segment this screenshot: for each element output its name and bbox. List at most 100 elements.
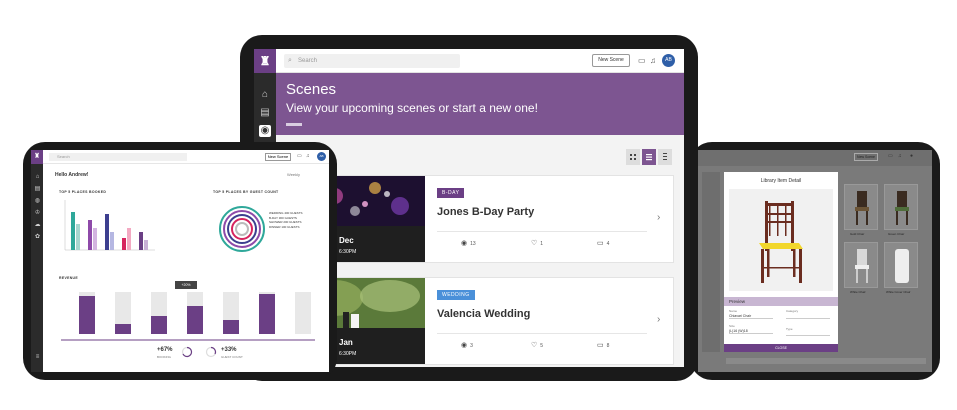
period-select[interactable]: Weekly bbox=[287, 172, 300, 177]
avatar[interactable]: ● bbox=[910, 153, 913, 159]
guest-rings-chart bbox=[219, 206, 265, 252]
heart-icon: ♡ bbox=[531, 240, 538, 247]
type-label: Type bbox=[786, 327, 793, 331]
heart-icon: ♡ bbox=[531, 342, 538, 349]
page-subtitle: View your upcoming scenes or start a new… bbox=[286, 101, 538, 115]
divider bbox=[437, 231, 647, 232]
event-card[interactable]: 4 Dec 6:30PM B-DAY Jones B-Day Party ◉13… bbox=[304, 175, 674, 263]
event-title[interactable]: Jones B-Day Party bbox=[437, 206, 534, 218]
top-bar: New Scene ▭ ♫ ● bbox=[698, 150, 932, 166]
comments-count[interactable]: ▭ 4 bbox=[597, 239, 609, 247]
gear-icon[interactable]: ✿ bbox=[34, 234, 41, 241]
preview-bar[interactable]: Preview bbox=[724, 297, 838, 306]
bottom-row bbox=[726, 358, 926, 364]
product-mockup: ♜ ⌂ ▤ ◉ ◍ ⌕ Search New Scene ▭ ♫ AB Scen… bbox=[0, 0, 957, 410]
bell-icon[interactable]: ♫ bbox=[898, 153, 902, 159]
views-count: ◉ 13 bbox=[461, 240, 476, 247]
category-field[interactable] bbox=[786, 314, 830, 319]
chat-icon[interactable]: ▭ bbox=[297, 153, 302, 159]
top-guest-title: TOP 5 PLACES BY GUEST COUNT bbox=[213, 190, 279, 194]
chair-image bbox=[729, 189, 833, 291]
chevron-right-icon[interactable]: › bbox=[657, 314, 660, 325]
modal-title: Library Item Detail bbox=[760, 178, 802, 184]
search-input[interactable]: Search bbox=[49, 153, 187, 161]
library-thumb[interactable] bbox=[844, 242, 878, 288]
scenes-banner: Scenes View your upcoming scenes or star… bbox=[276, 73, 684, 135]
thumb-label: White Chair bbox=[850, 290, 866, 294]
left-panel bbox=[702, 172, 720, 352]
chat-icon[interactable]: ▭ bbox=[638, 56, 646, 66]
list-view-button[interactable] bbox=[642, 149, 656, 165]
size-label: Size bbox=[729, 324, 735, 328]
type-field[interactable] bbox=[786, 332, 830, 336]
booking-ring-icon bbox=[181, 346, 193, 358]
search-input[interactable]: ⌕ Search bbox=[284, 54, 460, 68]
guest-legend: WEDDING 400 GUESTS B-DAY 300 GUESTS SHOW… bbox=[269, 211, 303, 229]
event-tag: WEDDING bbox=[437, 290, 475, 300]
eye-icon: ◉ bbox=[461, 342, 468, 349]
category-label: Category bbox=[786, 309, 799, 313]
menu-icon[interactable]: ≡ bbox=[34, 354, 41, 361]
library-item-modal: Library Item Detail Preview Name Chiavar… bbox=[724, 172, 838, 352]
new-scene-button[interactable]: New Scene bbox=[265, 153, 291, 161]
guest-kpi: +33% bbox=[221, 347, 237, 353]
comments-count[interactable]: ▭ 8 bbox=[597, 341, 609, 349]
guest-ring-icon bbox=[205, 346, 217, 358]
chevron-right-icon[interactable]: › bbox=[657, 212, 660, 223]
size-field[interactable]: (L)16 (W)18 bbox=[729, 329, 773, 334]
grid-view-button[interactable] bbox=[626, 149, 640, 165]
banner-underline bbox=[286, 123, 302, 126]
eye-icon: ◉ bbox=[461, 240, 468, 247]
top-booked-title: TOP 5 PLACES BOOKED bbox=[59, 190, 107, 194]
event-card[interactable]: 1 Jan 6:30PM WEDDING Valencia Wedding ◉3… bbox=[304, 277, 674, 365]
likes-count[interactable]: ♡ 5 bbox=[531, 341, 543, 349]
revenue-title: REVENUE bbox=[59, 276, 79, 280]
event-tag: B-DAY bbox=[437, 188, 465, 198]
cloud-icon[interactable]: ☁ bbox=[34, 222, 41, 229]
top-booked-chart bbox=[64, 200, 155, 251]
booking-kpi: +67% bbox=[157, 347, 173, 353]
bell-icon[interactable]: ♫ bbox=[306, 153, 310, 159]
thumb-label: Gold Chair bbox=[850, 232, 865, 236]
library-thumb[interactable] bbox=[884, 242, 918, 288]
scenes-icon[interactable]: ◉ bbox=[259, 125, 271, 137]
sidebar: ♜ ⌂ ▤ ◍ ♔ ☁ ✿ ≡ bbox=[31, 150, 43, 372]
new-scene-button[interactable]: New Scene bbox=[592, 54, 630, 67]
greeting: Hello Andrew! bbox=[55, 172, 89, 178]
top-bar: Search New Scene ▭ ♫ AB bbox=[43, 150, 329, 164]
event-title[interactable]: Valencia Wedding bbox=[437, 308, 530, 320]
calendar-icon[interactable]: ▤ bbox=[259, 107, 271, 119]
revenue-tooltip: +20% bbox=[175, 281, 197, 289]
app-logo-icon[interactable]: ♜ bbox=[31, 150, 43, 164]
calendar-icon[interactable]: ▤ bbox=[34, 186, 41, 193]
name-field[interactable]: Chiavari Chair bbox=[729, 314, 773, 319]
booking-kpi-label: BOOKING bbox=[157, 355, 172, 359]
library-screen: New Scene ▭ ♫ ● Gold Chair Green Chair W… bbox=[698, 150, 932, 372]
comment-icon: ▭ bbox=[597, 240, 604, 247]
library-thumb[interactable] bbox=[844, 184, 878, 230]
likes-count[interactable]: ♡ 1 bbox=[531, 239, 543, 247]
search-icon: ⌕ bbox=[288, 57, 292, 64]
comment-icon: ▭ bbox=[597, 342, 604, 349]
revenue-chart bbox=[61, 292, 315, 341]
home-icon[interactable]: ⌂ bbox=[34, 174, 41, 181]
home-icon[interactable]: ⌂ bbox=[259, 89, 271, 101]
page-title: Scenes bbox=[286, 81, 337, 98]
compact-view-button[interactable] bbox=[658, 149, 672, 165]
views-count: ◉ 3 bbox=[461, 342, 473, 349]
chat-icon[interactable]: ▭ bbox=[888, 153, 893, 159]
guest-kpi-label: GUEST COUNT bbox=[221, 355, 243, 359]
new-scene-button[interactable]: New Scene bbox=[854, 153, 878, 161]
bell-icon[interactable]: ♫ bbox=[650, 56, 656, 66]
left-tablet: ♜ ⌂ ▤ ◍ ♔ ☁ ✿ ≡ Search New Scene ▭ ♫ AB … bbox=[23, 142, 337, 380]
top-bar: ⌕ Search New Scene ▭ ♫ AB bbox=[276, 49, 684, 73]
award-icon[interactable]: ♔ bbox=[34, 210, 41, 217]
dashboard-screen: ♜ ⌂ ▤ ◍ ♔ ☁ ✿ ≡ Search New Scene ▭ ♫ AB … bbox=[31, 150, 329, 372]
app-logo-icon[interactable]: ♜ bbox=[254, 49, 276, 73]
avatar[interactable]: AB bbox=[317, 152, 326, 161]
avatar[interactable]: AB bbox=[662, 54, 675, 67]
close-button[interactable]: CLOSE bbox=[724, 344, 838, 352]
globe-icon[interactable]: ◍ bbox=[34, 198, 41, 205]
right-tablet: New Scene ▭ ♫ ● Gold Chair Green Chair W… bbox=[690, 142, 940, 380]
library-thumb[interactable] bbox=[884, 184, 918, 230]
